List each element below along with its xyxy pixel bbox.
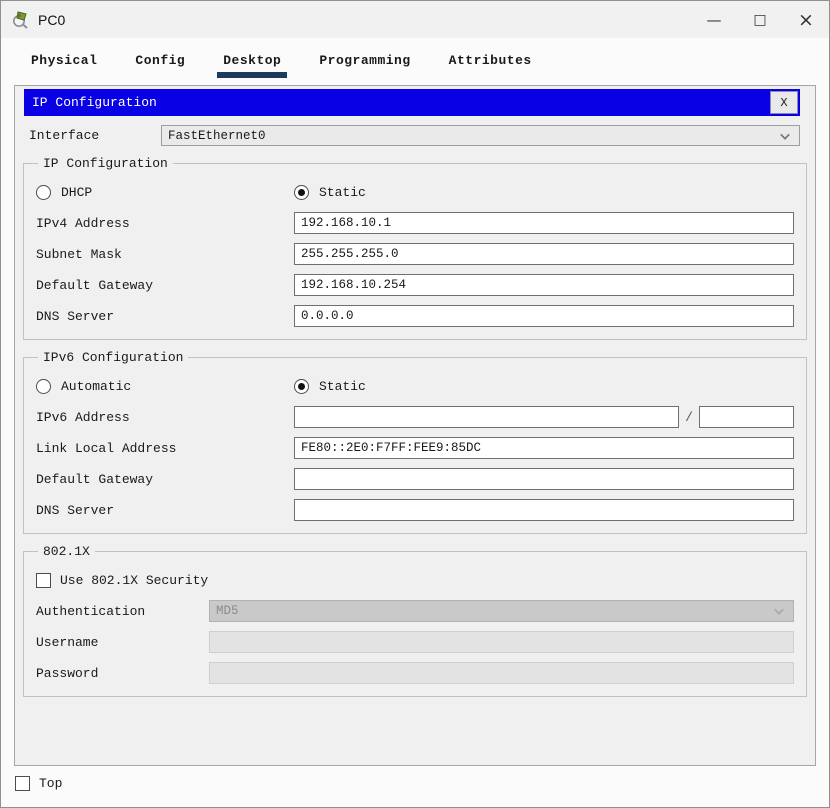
window-controls: — □ × [691, 1, 829, 38]
ipv6-configuration-group: IPv6 Configuration Automatic Static IPv6… [23, 350, 807, 534]
desktop-panel: IP Configuration X Interface FastEtherne… [14, 85, 816, 766]
link-local-address-label: Link Local Address [36, 440, 177, 456]
ipv6-dns-server-row: DNS Server [36, 499, 794, 521]
interface-row: Interface FastEthernet0 [29, 125, 800, 146]
interface-dropdown[interactable]: FastEthernet0 [161, 125, 800, 146]
subnet-mask-input[interactable] [294, 243, 794, 265]
default-gateway-row: Default Gateway [36, 274, 794, 296]
ipv4-address-label: IPv4 Address [36, 215, 130, 231]
ipv6-prefix-input[interactable] [699, 406, 794, 428]
dialog-close-button[interactable]: X [770, 91, 798, 114]
ipv6-address-row: IPv6 Address / [36, 406, 794, 428]
password-row: Password [36, 662, 794, 684]
tab-programming[interactable]: Programming [313, 51, 416, 78]
interface-dropdown-value: FastEthernet0 [168, 128, 266, 143]
window-title: PC0 [38, 11, 66, 28]
tab-bar: Physical Config Desktop Programming Attr… [1, 38, 829, 78]
authentication-label: Authentication [36, 603, 146, 619]
ipv6-configuration-legend: IPv6 Configuration [43, 350, 184, 365]
ipv6-address-label: IPv6 Address [36, 409, 130, 425]
chevron-down-icon [780, 130, 790, 140]
dhcp-radio-label: DHCP [61, 184, 93, 200]
ipv6-dns-server-input[interactable] [294, 499, 794, 521]
default-gateway-input[interactable] [294, 274, 794, 296]
ipv6-static-radio-cell[interactable]: Static [294, 378, 552, 394]
dialog-title: IP Configuration [32, 95, 157, 110]
ip-configuration-dialog-header[interactable]: IP Configuration X [24, 89, 800, 116]
password-input [209, 662, 794, 684]
link-local-address-input[interactable] [294, 437, 794, 459]
default-gateway-label: Default Gateway [36, 277, 154, 293]
password-label: Password [36, 665, 99, 681]
ipv6-address-input[interactable] [294, 406, 679, 428]
ip-configuration-group: IP Configuration DHCP Static IPv4 Addres… [23, 156, 807, 340]
link-local-address-row: Link Local Address [36, 437, 794, 459]
top-checkbox[interactable] [15, 776, 30, 791]
authentication-row: Authentication MD5 [36, 600, 794, 622]
tab-attributes[interactable]: Attributes [443, 51, 538, 78]
close-icon[interactable]: × [783, 1, 829, 38]
ipv6-default-gateway-label: Default Gateway [36, 471, 154, 487]
ipv4-address-row: IPv4 Address [36, 212, 794, 234]
tab-physical[interactable]: Physical [25, 51, 103, 78]
authentication-dropdown-value: MD5 [216, 604, 239, 618]
ipv4-static-radio-label: Static [319, 184, 366, 200]
subnet-mask-label: Subnet Mask [36, 246, 122, 262]
pc0-window: PC0 — □ × Physical Config Desktop Progra… [0, 0, 830, 808]
ip-configuration-legend: IP Configuration [43, 156, 168, 171]
top-checkbox-label: Top [39, 776, 63, 791]
dhcp-radio-cell[interactable]: DHCP [36, 184, 294, 200]
interface-label: Interface [29, 128, 100, 143]
dot1x-security-checkbox-label: Use 802.1X Security [60, 572, 209, 588]
username-row: Username [36, 631, 794, 653]
chevron-down-icon [774, 605, 784, 615]
footer: Top [15, 776, 829, 791]
authentication-dropdown: MD5 [209, 600, 794, 622]
packet-tracer-app-icon [11, 10, 31, 30]
dhcp-radio[interactable] [36, 184, 51, 200]
automatic-radio[interactable] [36, 378, 51, 394]
ipv6-static-radio-label: Static [319, 378, 366, 394]
ipv6-default-gateway-row: Default Gateway [36, 468, 794, 490]
automatic-radio-cell[interactable]: Automatic [36, 378, 294, 394]
ipv6-default-gateway-input[interactable] [294, 468, 794, 490]
dot1x-security-checkbox-row[interactable]: Use 802.1X Security [36, 569, 794, 591]
dns-server-input[interactable] [294, 305, 794, 327]
ipv6-static-radio[interactable] [294, 378, 309, 394]
tab-desktop[interactable]: Desktop [217, 51, 288, 78]
ipv4-address-input[interactable] [294, 212, 794, 234]
dot1x-group: 802.1X Use 802.1X Security Authenticatio… [23, 544, 807, 697]
maximize-icon[interactable]: □ [737, 1, 783, 38]
minimize-icon[interactable]: — [691, 1, 737, 38]
static-radio-cell[interactable]: Static [294, 184, 552, 200]
username-input [209, 631, 794, 653]
ipv4-static-radio[interactable] [294, 184, 309, 200]
username-label: Username [36, 634, 99, 650]
ipv4-mode-row: DHCP Static [36, 181, 794, 203]
ipv6-prefix-separator: / [685, 409, 693, 425]
ipv6-dns-server-label: DNS Server [36, 502, 115, 518]
subnet-mask-row: Subnet Mask [36, 243, 794, 265]
automatic-radio-label: Automatic [61, 378, 132, 394]
dns-server-row: DNS Server [36, 305, 794, 327]
titlebar: PC0 — □ × [1, 1, 829, 38]
ipv6-mode-row: Automatic Static [36, 375, 794, 397]
tab-config[interactable]: Config [129, 51, 191, 78]
dns-server-label: DNS Server [36, 308, 115, 324]
dot1x-security-checkbox[interactable] [36, 572, 51, 588]
dot1x-legend: 802.1X [43, 544, 90, 559]
